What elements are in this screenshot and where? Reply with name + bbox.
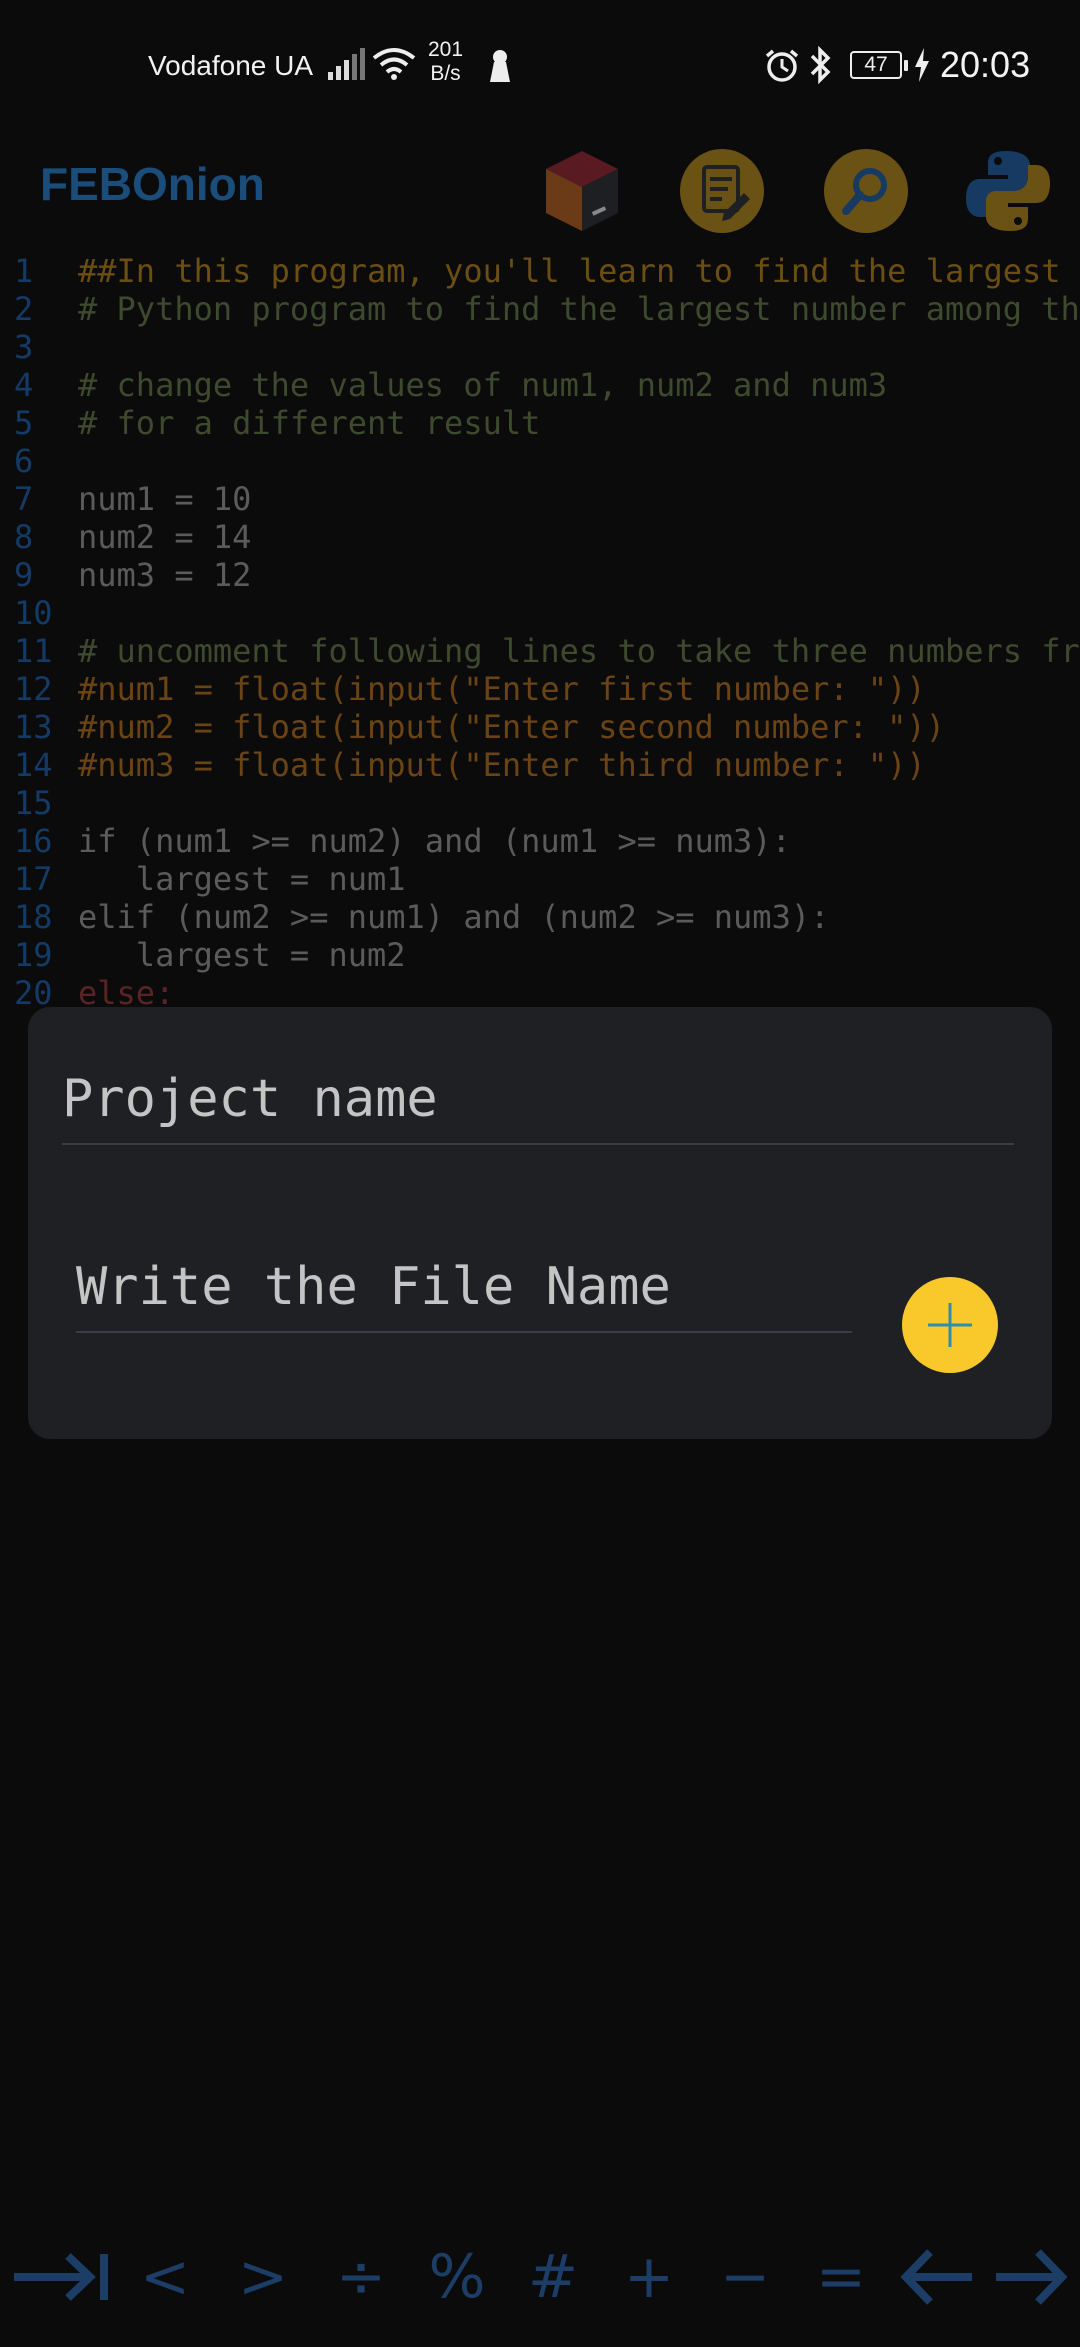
signal-icon [328,48,366,85]
speed-unit: B/s [430,62,461,85]
line-text: num3 = 12 [78,556,252,594]
line-number: 13 [14,708,53,746]
line-text: #num3 = float(input("Enter third number:… [78,746,926,784]
battery-indicator: 47 [850,51,908,79]
python-icon[interactable] [962,145,1054,237]
line-text: elif (num2 >= num1) and (num2 >= num3): [78,898,830,936]
line-text: # uncomment following lines to take thre… [78,632,1080,670]
left-arrow-icon [900,2249,972,2305]
line-number: 8 [14,518,34,556]
line-text: ##In this program, you'll learn to find … [78,252,1080,290]
line-number: 6 [14,442,34,480]
line-number: 19 [14,936,53,974]
carrier-name: Vodafone UA [148,50,314,81]
project-name-input[interactable]: Project name [62,1059,1014,1145]
project-cube-icon[interactable] [536,145,628,237]
alarm-icon [764,48,800,89]
plus-icon [928,1303,972,1347]
line-number: 15 [14,784,53,822]
right-arrow-icon [996,2249,1068,2305]
clock: 20:03 [940,44,1031,85]
line-text: #num1 = float(input("Enter first number:… [78,670,926,708]
line-number: 10 [14,594,53,632]
network-speed: 201 B/s [428,38,463,86]
line-number: 3 [14,328,34,366]
line-number: 2 [14,290,34,328]
file-name-input[interactable]: Write the File Name [76,1247,852,1333]
edit-note-icon[interactable] [676,145,768,237]
bluetooth-icon [808,45,834,89]
app-title: FEBOnion [40,158,265,210]
symbol-key-equals[interactable]: = [796,2232,886,2322]
line-text: largest = num1 [78,860,406,898]
add-file-button[interactable] [902,1277,998,1373]
line-number: 11 [14,632,53,670]
search-icon[interactable] [820,145,912,237]
status-bar: Vodafone UA 201 B/s 47 20:03 [0,0,1080,135]
line-text: num2 = 14 [78,518,252,556]
tab-icon [14,2253,108,2301]
line-number: 16 [14,822,53,860]
line-text: largest = num2 [78,936,406,974]
line-number: 17 [14,860,53,898]
line-number: 12 [14,670,53,708]
symbol-key-greater-than[interactable]: > [218,2232,308,2322]
line-number: 4 [14,366,34,404]
line-text: # for a different result [78,404,541,442]
keyhole-icon [488,48,512,87]
symbol-key-hash[interactable]: # [508,2232,598,2322]
line-number: 14 [14,746,53,784]
line-number: 5 [14,404,34,442]
symbol-key-percent[interactable]: % [412,2232,502,2322]
cursor-right-key[interactable] [986,2232,1076,2322]
symbol-key-plus[interactable]: + [604,2232,694,2322]
line-number: 1 [14,252,34,290]
line-text: if (num1 >= num2) and (num1 >= num3): [78,822,791,860]
cursor-left-key[interactable] [892,2232,982,2322]
line-text: # Python program to find the largest num… [78,290,1080,328]
new-project-dialog: Project name Write the File Name [28,1007,1052,1439]
line-text: #num2 = float(input("Enter second number… [78,708,945,746]
charging-icon [913,48,931,87]
line-number: 18 [14,898,53,936]
code-editor[interactable]: 1 ##In this program, you'll learn to find… [0,252,1080,1012]
line-text: num1 = 10 [78,480,252,518]
symbol-key-minus[interactable]: − [700,2232,790,2322]
line-number: 9 [14,556,34,594]
symbol-key-divide[interactable]: ÷ [316,2232,406,2322]
symbol-key-less-than[interactable]: < [120,2232,210,2322]
app-bar: FEBOnion [0,135,1080,255]
line-text: # change the values of num1, num2 and nu… [78,366,888,404]
speed-value: 201 [428,38,464,61]
line-number: 7 [14,480,34,518]
tab-key[interactable] [8,2232,112,2322]
wifi-icon [372,46,416,87]
symbol-bar: < > ÷ % # + − = [0,2232,1080,2322]
